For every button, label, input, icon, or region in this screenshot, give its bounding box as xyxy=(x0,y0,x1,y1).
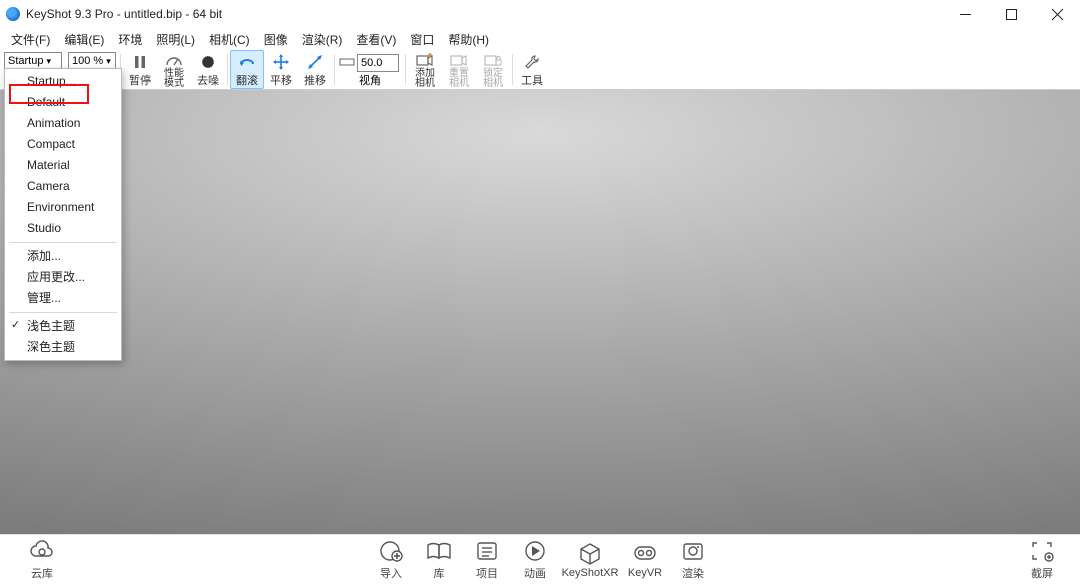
menu-bar: 文件(F) 编辑(E) 环境 照明(L) 相机(C) 图像 渲染(R) 查看(V… xyxy=(0,28,1080,50)
menu-render[interactable]: 渲染(R) xyxy=(295,29,350,50)
screenshot-button[interactable]: 截屏 xyxy=(1018,539,1066,581)
cube-icon xyxy=(579,541,601,565)
menu-window[interactable]: 窗口 xyxy=(403,29,441,50)
chevron-down-icon: ▾ xyxy=(106,56,111,67)
tools-button[interactable]: 工具 xyxy=(515,50,549,89)
menu-image[interactable]: 图像 xyxy=(257,29,295,50)
list-icon xyxy=(476,539,498,563)
app-logo-icon xyxy=(6,7,20,21)
cloud-icon xyxy=(29,539,55,563)
wrench-icon xyxy=(524,53,540,71)
dropdown-item-compact[interactable]: Compact xyxy=(5,134,121,155)
vr-headset-icon xyxy=(633,541,657,565)
tumble-icon xyxy=(238,53,256,71)
dropdown-item-dark-theme[interactable]: 深色主题 xyxy=(5,337,121,358)
animation-button[interactable]: 动画 xyxy=(511,539,559,581)
menu-help[interactable]: 帮助(H) xyxy=(441,29,496,50)
render-button[interactable]: 渲染 xyxy=(669,539,717,581)
menu-edit[interactable]: 编辑(E) xyxy=(57,29,111,50)
minimize-button[interactable] xyxy=(942,0,988,28)
menu-view[interactable]: 查看(V) xyxy=(349,29,403,50)
fov-icon xyxy=(339,56,355,68)
dropdown-item-default[interactable]: Default xyxy=(5,92,121,113)
tumble-button[interactable]: 翻滚 xyxy=(230,50,264,89)
bottom-bar: 云库 导入 库 项目 动画 KeyShotXR KeyVR xyxy=(0,534,1080,584)
play-circle-icon xyxy=(524,539,546,563)
gauge-icon xyxy=(165,52,183,68)
dropdown-item-camera[interactable]: Camera xyxy=(5,176,121,197)
dropdown-item-material[interactable]: Material xyxy=(5,155,121,176)
fov-label: 视角 xyxy=(359,72,381,88)
import-icon xyxy=(379,539,403,563)
denoise-button[interactable]: 去噪 xyxy=(191,50,225,89)
dropdown-item-manage[interactable]: 管理... xyxy=(5,288,121,309)
maximize-button[interactable] xyxy=(988,0,1034,28)
dropdown-separator xyxy=(9,312,117,313)
pause-button[interactable]: 暂停 xyxy=(123,50,157,89)
dropdown-item-studio[interactable]: Studio xyxy=(5,218,121,239)
import-button[interactable]: 导入 xyxy=(367,539,415,581)
library-button[interactable]: 库 xyxy=(415,539,463,581)
close-button[interactable] xyxy=(1034,0,1080,28)
project-button[interactable]: 项目 xyxy=(463,539,511,581)
window-title: KeyShot 9.3 Pro - untitled.bip - 64 bit xyxy=(26,7,222,21)
pan-icon xyxy=(273,53,289,71)
camera-plus-icon xyxy=(416,52,434,68)
fov-field[interactable]: 50.0 xyxy=(357,54,399,72)
performance-mode-button[interactable]: 性能 模式 xyxy=(157,50,191,89)
render-icon xyxy=(682,539,704,563)
pan-button[interactable]: 平移 xyxy=(264,50,298,89)
dropdown-item-add[interactable]: 添加... xyxy=(5,246,121,267)
zoom-combo-value: 100 % xyxy=(72,55,103,67)
fullscreen-icon xyxy=(1030,539,1054,563)
dolly-button[interactable]: 推移 xyxy=(298,50,332,89)
menu-lighting[interactable]: 照明(L) xyxy=(149,29,202,50)
dropdown-item-apply[interactable]: 应用更改... xyxy=(5,267,121,288)
render-viewport[interactable] xyxy=(0,90,1080,534)
denoise-icon xyxy=(200,53,216,71)
title-bar: KeyShot 9.3 Pro - untitled.bip - 64 bit xyxy=(0,0,1080,28)
pause-icon xyxy=(133,53,147,71)
workspace-dropdown: Startup... Default Animation Compact Mat… xyxy=(4,68,122,361)
keyvr-button[interactable]: KeyVR xyxy=(621,541,669,579)
reset-camera-button[interactable]: 重置 相机 xyxy=(442,50,476,89)
lock-camera-button[interactable]: 锁定 相机 xyxy=(476,50,510,89)
camera-lock-icon xyxy=(484,52,502,68)
dropdown-item-startup[interactable]: Startup... xyxy=(5,71,121,92)
menu-env[interactable]: 环境 xyxy=(111,29,149,50)
dropdown-item-animation[interactable]: Animation xyxy=(5,113,121,134)
dropdown-separator xyxy=(9,242,117,243)
workspace-combo-value: Startup xyxy=(8,55,43,67)
dolly-icon xyxy=(307,53,323,71)
add-camera-button[interactable]: 添加 相机 xyxy=(408,50,442,89)
camera-reset-icon xyxy=(450,52,468,68)
chevron-down-icon: ▾ xyxy=(46,56,51,67)
dropdown-item-light-theme[interactable]: 浅色主题 xyxy=(5,316,121,337)
keyshotxr-button[interactable]: KeyShotXR xyxy=(559,541,621,579)
menu-camera[interactable]: 相机(C) xyxy=(202,29,257,50)
toolbar: Startup ▾ 100 % ▾ 暂停 性能 模式 去噪 翻滚 xyxy=(0,50,1080,90)
dropdown-item-environment[interactable]: Environment xyxy=(5,197,121,218)
menu-file[interactable]: 文件(F) xyxy=(4,29,57,50)
cloud-library-button[interactable]: 云库 xyxy=(18,539,66,581)
book-icon xyxy=(426,539,452,563)
